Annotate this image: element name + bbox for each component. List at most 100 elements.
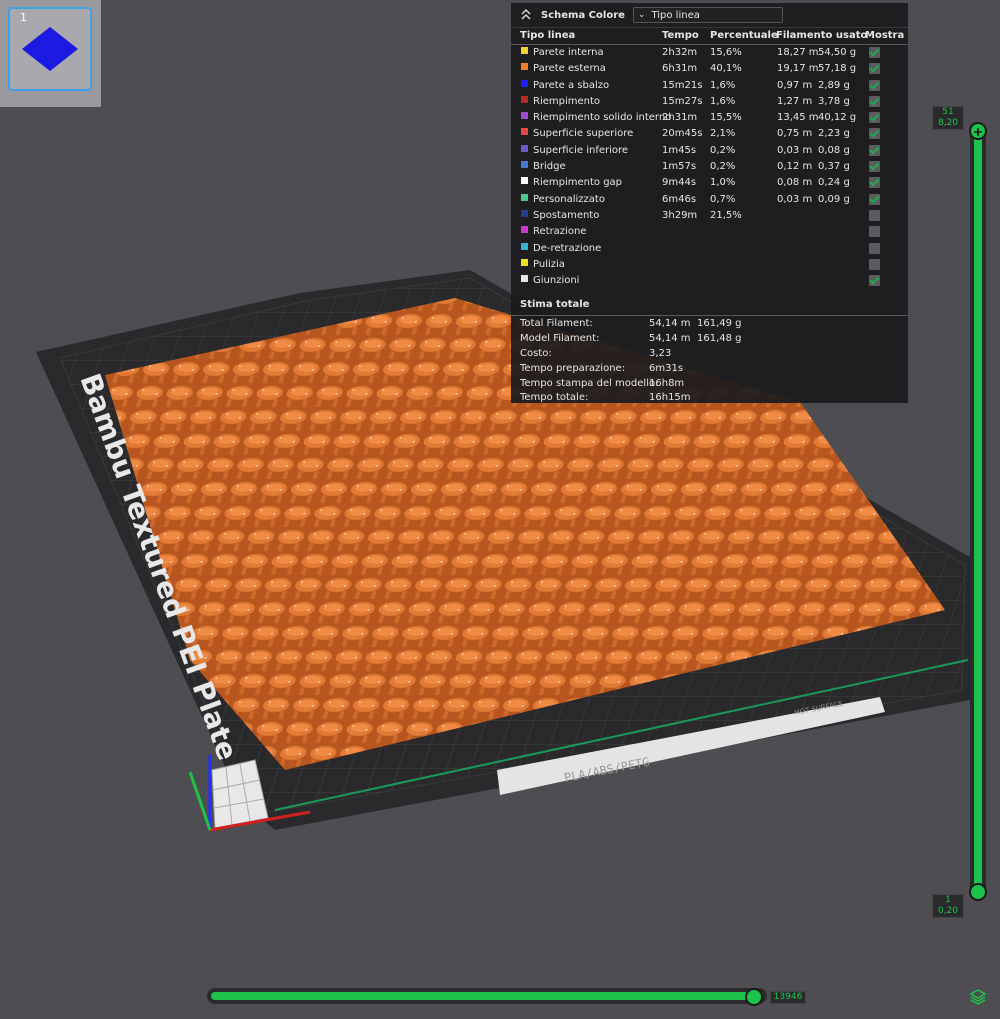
line-type-weight: 40,12 g: [818, 112, 857, 124]
move-slider-handle[interactable]: [745, 988, 763, 1006]
show-checkbox[interactable]: [869, 226, 880, 238]
color-scheme-legend: Schema Colore ⌄ Tipo linea Tipo linea Te…: [511, 3, 908, 403]
legend-row: De-retrazione: [511, 241, 908, 257]
color-swatch: [521, 112, 528, 120]
line-type-name: Giunzioni: [533, 275, 580, 287]
show-checkbox[interactable]: [869, 144, 880, 156]
collapse-icon[interactable]: [519, 8, 533, 22]
chevron-down-icon: ⌄: [637, 10, 646, 20]
top-layer-label: 51 8,20: [932, 106, 964, 130]
line-type-percent: 1,6%: [710, 95, 736, 107]
summary-value-2: 161,49 g: [697, 318, 742, 330]
summary-value: 3,23: [649, 348, 672, 360]
show-checkbox[interactable]: [869, 79, 880, 91]
color-swatch: [521, 47, 528, 54]
line-type-name: Superficie inferiore: [533, 144, 629, 156]
line-type-weight: 0,37 g: [818, 161, 850, 173]
legend-row: Retrazione: [511, 224, 908, 240]
plate-thumbnail[interactable]: 1: [8, 7, 92, 91]
show-checkbox[interactable]: [869, 242, 880, 254]
color-swatch: [521, 226, 528, 234]
show-checkbox[interactable]: [869, 193, 880, 205]
show-checkbox[interactable]: [869, 47, 880, 58]
line-type-weight: 54,50 g: [818, 47, 857, 58]
line-type-name: Bridge: [533, 161, 566, 173]
show-checkbox[interactable]: [869, 177, 880, 189]
line-type-name: Riempimento solido interno: [533, 112, 672, 124]
layer-slider-range: [974, 132, 982, 894]
line-type-time: 20m45s: [662, 128, 703, 140]
line-type-percent: 40,1%: [710, 63, 742, 75]
show-checkbox[interactable]: [869, 95, 880, 107]
line-type-time: 1m57s: [662, 161, 697, 173]
line-type-name: Superficie superiore: [533, 128, 634, 140]
color-swatch: [521, 63, 528, 71]
color-swatch: [521, 177, 528, 185]
show-checkbox[interactable]: [869, 63, 880, 75]
bottom-layer-label: 1 0,20: [932, 894, 964, 918]
line-type-name: Parete esterna: [533, 63, 606, 75]
summary-value: 54,14 m: [649, 333, 691, 345]
summary-row: Tempo preparazione: 6m31s: [511, 361, 908, 376]
summary-value: 16h8m: [649, 377, 685, 389]
color-swatch: [521, 95, 528, 103]
bottom-layer-height: 0,20: [937, 906, 959, 916]
legend-row: Bridge 1m57s 0,2% 0,12 m 0,37 g: [511, 159, 908, 175]
summary-value-2: 161,48 g: [697, 333, 742, 345]
line-type-length: 0,03 m: [777, 144, 813, 156]
line-type-length: 0,03 m: [777, 193, 813, 205]
move-slider-value: 13946: [770, 991, 806, 1004]
plus-icon: [974, 128, 982, 136]
summary-title: Stima totale: [511, 293, 908, 317]
line-type-weight: 0,08 g: [818, 144, 850, 156]
line-type-name: De-retrazione: [533, 242, 602, 254]
layers-icon[interactable]: [969, 988, 987, 1006]
show-checkbox[interactable]: [869, 128, 880, 140]
line-type-time: 15m27s: [662, 95, 703, 107]
move-slider-range: [211, 992, 759, 1000]
line-type-percent: 15,6%: [710, 47, 742, 58]
show-checkbox[interactable]: [869, 209, 880, 221]
color-swatch: [521, 258, 528, 266]
color-scheme-value: Tipo linea: [651, 9, 700, 21]
summary-rows: Total Filament: 54,14 m 161,49 g Model Fila…: [511, 316, 908, 405]
line-type-name: Spostamento: [533, 209, 600, 221]
line-type-name: Retrazione: [533, 226, 587, 238]
line-type-weight: 2,23 g: [818, 128, 850, 140]
color-swatch: [521, 161, 528, 169]
col-line-type: Tipo linea: [520, 30, 576, 41]
plate-list-panel: 1: [0, 0, 101, 107]
show-checkbox[interactable]: [869, 161, 880, 173]
line-type-time: 6m46s: [662, 193, 697, 205]
line-type-name: Parete a sbalzo: [533, 79, 610, 91]
col-time: Tempo: [662, 30, 699, 41]
line-type-weight: 0,09 g: [818, 193, 850, 205]
y-axis: [188, 771, 212, 831]
legend-row: Riempimento 15m27s 1,6% 1,27 m 3,78 g: [511, 94, 908, 110]
line-type-percent: 0,2%: [710, 144, 736, 156]
legend-row: Parete esterna 6h31m 40,1% 19,17 m 57,18 g: [511, 61, 908, 77]
line-type-percent: 21,5%: [710, 209, 742, 221]
show-checkbox[interactable]: [869, 258, 880, 270]
show-checkbox[interactable]: [869, 275, 880, 287]
legend-row: Parete a sbalzo 15m21s 1,6% 0,97 m 2,89 g: [511, 78, 908, 94]
layer-slider-top-handle[interactable]: [969, 122, 987, 140]
legend-row: Personalizzato 6m46s 0,7% 0,03 m 0,09 g: [511, 192, 908, 208]
line-type-time: 15m21s: [662, 79, 703, 91]
layer-slider-bottom-handle[interactable]: [969, 883, 987, 901]
color-swatch: [521, 193, 528, 201]
line-type-length: 0,12 m: [777, 161, 813, 173]
summary-label: Total Filament:: [520, 318, 593, 330]
summary-value: 16h15m: [649, 392, 691, 404]
show-checkbox[interactable]: [869, 112, 880, 124]
line-type-weight: 2,89 g: [818, 79, 850, 91]
legend-rows: Parete interna 2h32m 15,6% 18,27 m 54,50 g Pa…: [511, 45, 908, 289]
color-swatch: [521, 242, 528, 250]
top-layer-height: 8,20: [937, 118, 959, 128]
summary-row: Model Filament: 54,14 m 161,48 g: [511, 331, 908, 346]
line-type-percent: 15,5%: [710, 112, 742, 124]
line-type-length: 18,27 m: [777, 47, 819, 58]
legend-header: Schema Colore ⌄ Tipo linea: [511, 3, 908, 28]
color-swatch: [521, 275, 528, 283]
color-scheme-select[interactable]: ⌄ Tipo linea: [632, 7, 783, 23]
